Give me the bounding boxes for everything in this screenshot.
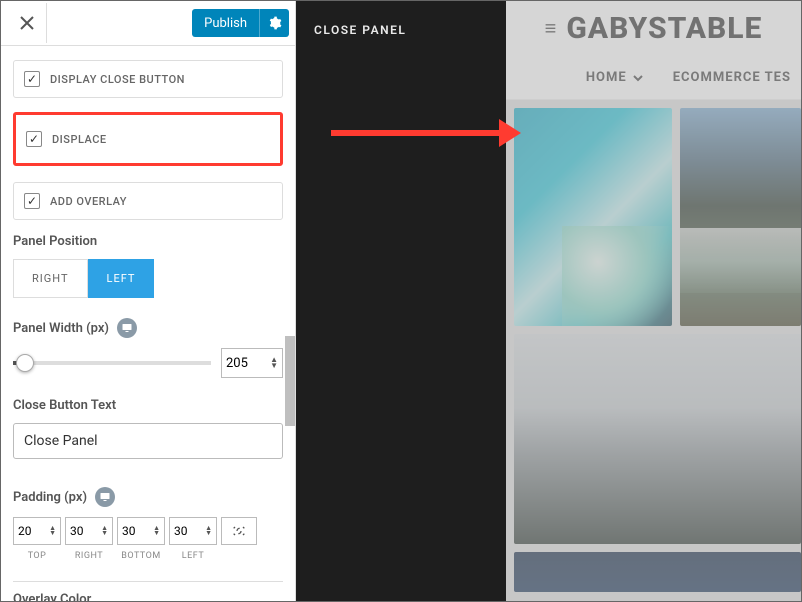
- publish-button[interactable]: Publish: [192, 9, 259, 37]
- offcanvas-panel: CLOSE PANEL: [296, 1, 506, 601]
- checkbox-icon: [24, 193, 40, 209]
- padding-sub-top: TOP: [13, 551, 61, 561]
- displace-checkbox[interactable]: DISPLACE: [13, 112, 283, 166]
- padding-top-input[interactable]: 20▲▼: [13, 517, 61, 545]
- gear-icon: [268, 16, 282, 30]
- padding-sub-left: LEFT: [169, 551, 217, 561]
- padding-left-input[interactable]: 30▲▼: [169, 517, 217, 545]
- panel-position-right[interactable]: RIGHT: [13, 259, 88, 298]
- close-button-text-label: Close Button Text: [13, 398, 283, 413]
- site-title: GABYSTABLE: [566, 11, 762, 46]
- site-preview: ≡ GABYSTABLE HOME ECOMMERCE TES: [506, 1, 801, 601]
- sidebar-scroll: DISPLAY CLOSE BUTTON DISPLACE ADD OVERLA…: [1, 46, 295, 601]
- publish-settings-button[interactable]: [259, 9, 289, 37]
- preview-pane: CLOSE PANEL ≡ GABYSTABLE HOME ECOMMERCE …: [296, 1, 801, 601]
- add-overlay-checkbox[interactable]: ADD OVERLAY: [13, 182, 283, 220]
- site-nav: HOME ECOMMERCE TES: [506, 56, 801, 100]
- close-button-text-input[interactable]: [13, 423, 283, 459]
- image-gallery: [506, 100, 801, 592]
- padding-right-input[interactable]: 30▲▼: [65, 517, 113, 545]
- gallery-image[interactable]: [514, 552, 801, 592]
- gallery-image[interactable]: [514, 334, 801, 544]
- nav-ecommerce[interactable]: ECOMMERCE TES: [673, 70, 791, 85]
- responsive-toggle[interactable]: [117, 318, 137, 338]
- customizer-sidebar: Publish DISPLAY CLOSE BUTTON DISPLACE AD…: [1, 1, 296, 601]
- spinner-icon[interactable]: ▲▼: [49, 526, 56, 536]
- scrollbar-thumb[interactable]: [285, 336, 295, 426]
- checkbox-icon: [26, 131, 42, 147]
- panel-width-slider[interactable]: [13, 361, 211, 365]
- gallery-image[interactable]: [680, 108, 801, 326]
- overlay-color-label: Overlay Color: [13, 592, 283, 601]
- hamburger-icon[interactable]: ≡: [545, 16, 557, 41]
- slider-thumb[interactable]: [16, 354, 34, 372]
- annotation-arrow: [331, 123, 521, 143]
- divider: [13, 581, 283, 582]
- nav-home[interactable]: HOME: [586, 70, 643, 85]
- panel-position-left[interactable]: LEFT: [88, 259, 155, 298]
- site-header: ≡ GABYSTABLE: [506, 1, 801, 56]
- checkbox-label: DISPLACE: [52, 133, 107, 146]
- gallery-image[interactable]: [514, 108, 672, 326]
- padding-label: Padding (px): [13, 490, 87, 505]
- sidebar-topbar: Publish: [1, 1, 295, 46]
- spinner-icon[interactable]: ▲▼: [101, 526, 108, 536]
- panel-position-segmented: RIGHT LEFT: [13, 259, 283, 298]
- panel-width-label: Panel Width (px): [13, 321, 109, 336]
- spinner-icon[interactable]: ▲▼: [153, 526, 160, 536]
- panel-position-label: Panel Position: [13, 234, 283, 249]
- desktop-icon: [99, 491, 111, 503]
- spinner-icon[interactable]: ▲▼: [205, 526, 212, 536]
- close-customizer-button[interactable]: [7, 3, 47, 43]
- checkbox-label: ADD OVERLAY: [50, 195, 127, 208]
- padding-sub-right: RIGHT: [65, 551, 113, 561]
- unlink-icon: [231, 523, 247, 539]
- responsive-toggle[interactable]: [95, 487, 115, 507]
- padding-link-button[interactable]: [221, 517, 257, 545]
- chevron-down-icon: [633, 73, 643, 83]
- desktop-icon: [121, 322, 133, 334]
- padding-bottom-input[interactable]: 30▲▼: [117, 517, 165, 545]
- padding-sub-bottom: BOTTOM: [117, 551, 165, 561]
- checkbox-label: DISPLAY CLOSE BUTTON: [50, 73, 185, 86]
- display-close-button-checkbox[interactable]: DISPLAY CLOSE BUTTON: [13, 60, 283, 98]
- checkbox-icon: [24, 71, 40, 87]
- close-icon: [19, 15, 35, 31]
- spinner-icon[interactable]: ▲▼: [270, 357, 278, 369]
- panel-width-input[interactable]: 205 ▲▼: [221, 348, 283, 378]
- close-panel-link[interactable]: CLOSE PANEL: [314, 23, 488, 37]
